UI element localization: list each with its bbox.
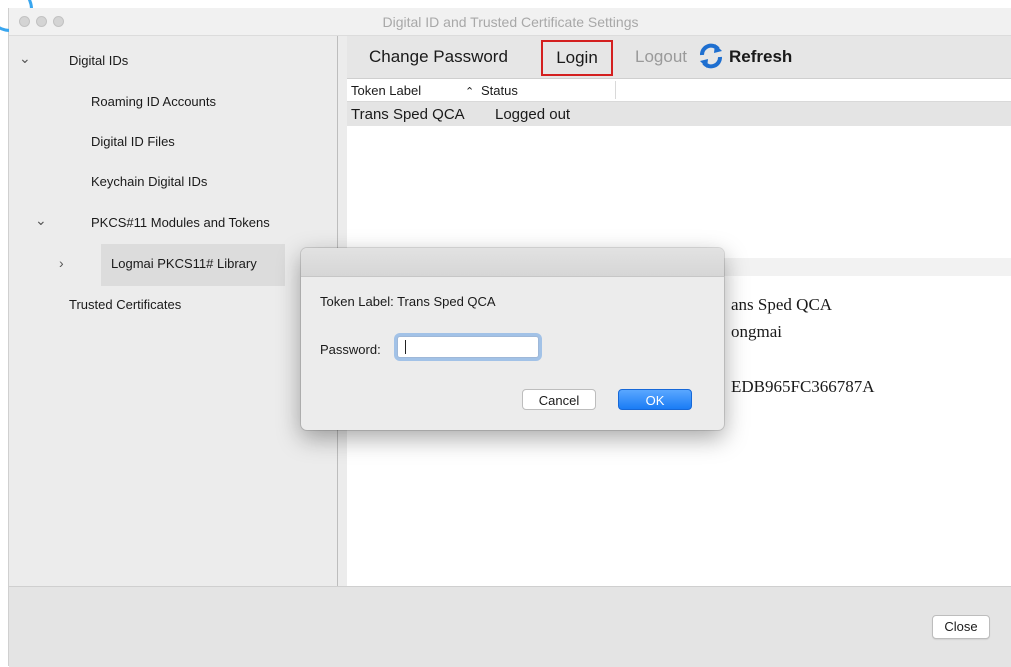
sidebar-item-label: Roaming ID Accounts (91, 94, 217, 109)
sidebar-item-label: Trusted Certificates (69, 297, 182, 312)
sidebar-item-keychain-digital-ids[interactable]: Keychain Digital IDs (91, 174, 207, 189)
detail-issued-to: ans Sped QCA (731, 295, 833, 314)
sidebar-item-logmai-library[interactable]: Logmai PKCS11# Library (111, 256, 257, 271)
window-title: Digital ID and Trusted Certificate Setti… (382, 14, 639, 30)
title-bar: Digital ID and Trusted Certificate Setti… (9, 8, 1011, 36)
table-header: Token Label ⌃ Status (347, 79, 1011, 102)
cell-status: Logged out (495, 106, 571, 123)
sidebar-item-digital-id-files[interactable]: Digital ID Files (91, 134, 175, 149)
column-status[interactable]: Status (481, 83, 518, 98)
close-button[interactable]: Close (932, 615, 990, 639)
sidebar-item-label: Digital IDs (69, 53, 129, 68)
change-password-button[interactable]: Change Password (369, 47, 508, 67)
chevron-down-icon[interactable]: ⌄ (19, 50, 31, 67)
chevron-right-icon[interactable]: › (59, 255, 64, 271)
dialog-token-label: Token Label: Trans Sped QCA (320, 294, 496, 309)
text-caret (405, 340, 406, 354)
refresh-icon (700, 43, 722, 69)
sidebar-item-label: Digital ID Files (91, 134, 175, 149)
password-label: Password: (320, 342, 381, 357)
sidebar-item-digital-ids[interactable]: Digital IDs (69, 53, 128, 68)
footer: Close (9, 586, 1011, 667)
password-field[interactable] (397, 336, 539, 358)
detail-serial: EDB965FC366787A (731, 377, 875, 396)
cell-token-label: Trans Sped QCA (351, 106, 465, 123)
refresh-label: Refresh (729, 47, 793, 66)
sidebar-item-pkcs11-modules[interactable]: PKCS#11 Modules and Tokens (91, 215, 270, 230)
ok-button[interactable]: OK (618, 389, 692, 410)
sort-ascending-icon: ⌃ (465, 86, 475, 98)
table-row[interactable]: Trans Sped QCA Logged out (347, 102, 1011, 126)
cancel-button[interactable]: Cancel (522, 389, 596, 410)
column-divider (615, 81, 616, 99)
sidebar-item-label: Logmai PKCS11# Library (111, 256, 257, 271)
login-button[interactable]: Login (541, 40, 613, 76)
detail-issuer: ongmai (731, 322, 782, 341)
sidebar: ⌄ Digital IDs Roaming ID Accounts Digita… (9, 36, 338, 586)
sidebar-item-trusted-certificates[interactable]: Trusted Certificates (69, 297, 181, 312)
sidebar-item-label: Keychain Digital IDs (91, 174, 208, 189)
logout-button[interactable]: Logout (635, 47, 687, 67)
chevron-down-icon[interactable]: ⌄ (35, 212, 47, 229)
dialog-title-bar (301, 248, 724, 277)
sidebar-item-roaming-id-accounts[interactable]: Roaming ID Accounts (91, 94, 216, 109)
sidebar-item-label: PKCS#11 Modules and Tokens (91, 215, 270, 230)
login-dialog: Token Label: Trans Sped QCA Password: Ca… (301, 248, 724, 430)
toolbar: Change Password Login Logout Refresh (347, 36, 1011, 79)
column-token-label[interactable]: Token Label (351, 83, 421, 98)
refresh-button[interactable]: Refresh (700, 43, 793, 69)
